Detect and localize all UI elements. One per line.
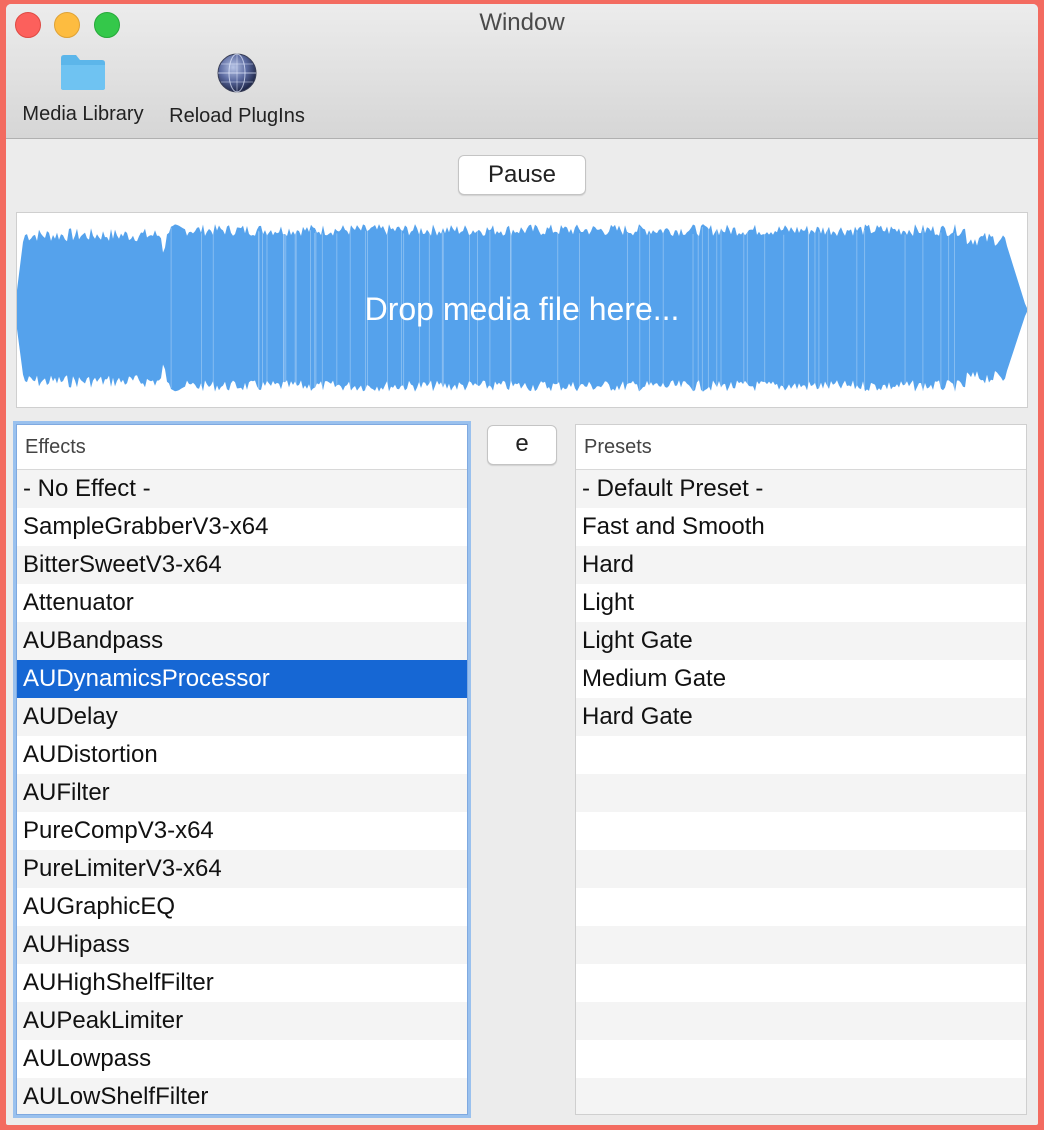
app-window: Window Media Library Reload PlugIns Paus… xyxy=(6,4,1038,1125)
preset-list-empty-row xyxy=(576,1040,1026,1078)
effect-list-item[interactable]: AUPeakLimiter xyxy=(17,1002,467,1040)
media-library-button[interactable]: Media Library xyxy=(16,52,150,126)
window-title: Window xyxy=(479,9,565,36)
preset-list-empty-row xyxy=(576,888,1026,926)
effect-list-item[interactable]: BitterSweetV3-x64 xyxy=(17,546,467,584)
preset-list-item[interactable]: Light Gate xyxy=(576,622,1026,660)
folder-icon xyxy=(16,52,150,97)
preset-list-empty-row xyxy=(576,926,1026,964)
effect-list-item[interactable]: AUDistortion xyxy=(17,736,467,774)
effect-list-item[interactable]: PureLimiterV3-x64 xyxy=(17,850,467,888)
effects-header: Effects xyxy=(17,425,467,470)
network-globe-icon xyxy=(164,52,310,99)
effect-list-item[interactable]: AULowpass xyxy=(17,1040,467,1078)
effect-list-item[interactable]: AUHipass xyxy=(17,926,467,964)
effect-list-item[interactable]: Attenuator xyxy=(17,584,467,622)
preset-list-item[interactable]: Light xyxy=(576,584,1026,622)
preset-list-item[interactable]: Hard xyxy=(576,546,1026,584)
preset-list-empty-row xyxy=(576,964,1026,1002)
preset-list-item[interactable]: Medium Gate xyxy=(576,660,1026,698)
edit-effect-button[interactable]: e xyxy=(487,425,557,465)
presets-list[interactable]: Presets - Default Preset - Fast and Smoot… xyxy=(575,424,1027,1115)
preset-list-empty-row xyxy=(576,1002,1026,1040)
media-drop-zone[interactable]: Drop media file here... xyxy=(16,212,1028,408)
drop-zone-text: Drop media file here... xyxy=(364,291,680,327)
preset-list-empty-row xyxy=(576,850,1026,888)
preset-list-item[interactable]: Fast and Smooth xyxy=(576,508,1026,546)
preset-list-item[interactable]: Hard Gate xyxy=(576,698,1026,736)
preset-list-item[interactable]: - Default Preset - xyxy=(576,470,1026,508)
effect-list-item[interactable]: AUDelay xyxy=(17,698,467,736)
preset-list-empty-row xyxy=(576,812,1026,850)
media-library-label: Media Library xyxy=(22,103,144,125)
effect-list-item[interactable]: AUBandpass xyxy=(17,622,467,660)
preset-list-empty-row xyxy=(576,774,1026,812)
reload-plugins-button[interactable]: Reload PlugIns xyxy=(164,52,310,128)
effect-list-item[interactable]: AUDynamicsProcessor xyxy=(17,660,467,698)
effect-list-item[interactable]: AUHighShelfFilter xyxy=(17,964,467,1002)
effect-list-item[interactable]: PureCompV3-x64 xyxy=(17,812,467,850)
pause-button[interactable]: Pause xyxy=(458,155,586,195)
reload-plugins-label: Reload PlugIns xyxy=(169,105,305,127)
title-bar: Window Media Library Reload PlugIns xyxy=(6,4,1038,139)
effect-list-item[interactable]: AUGraphicEQ xyxy=(17,888,467,926)
effect-list-item[interactable]: SampleGrabberV3-x64 xyxy=(17,508,467,546)
effect-list-item[interactable]: AULowShelfFilter xyxy=(17,1078,467,1114)
effect-list-item[interactable]: - No Effect - xyxy=(17,470,467,508)
presets-header: Presets xyxy=(576,425,1026,470)
effect-list-item[interactable]: AUFilter xyxy=(17,774,467,812)
preset-list-empty-row xyxy=(576,1078,1026,1114)
preset-list-empty-row xyxy=(576,736,1026,774)
effects-list[interactable]: Effects - No Effect - SampleGrabberV3-x64… xyxy=(16,424,468,1115)
